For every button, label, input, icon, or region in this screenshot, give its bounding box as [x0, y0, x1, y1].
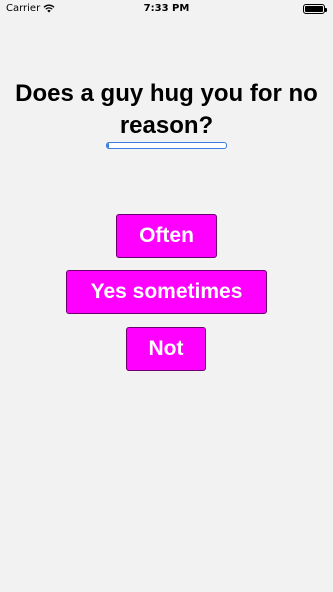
status-time: 7:33 PM: [143, 3, 190, 14]
battery-icon: [303, 4, 327, 14]
battery-tip: [325, 8, 327, 12]
status-bar: Carrier 7:33 PM: [0, 0, 333, 20]
answer-button-often[interactable]: Often: [116, 214, 217, 258]
quiz-progress-fill: [107, 143, 110, 148]
quiz-progress-bar: [106, 142, 227, 149]
answer-button-yes-sometimes[interactable]: Yes sometimes: [66, 270, 267, 314]
answer-button-not[interactable]: Not: [126, 327, 206, 371]
battery-level: [305, 6, 323, 12]
question-text: Does a guy hug you for no reason?: [15, 80, 318, 139]
